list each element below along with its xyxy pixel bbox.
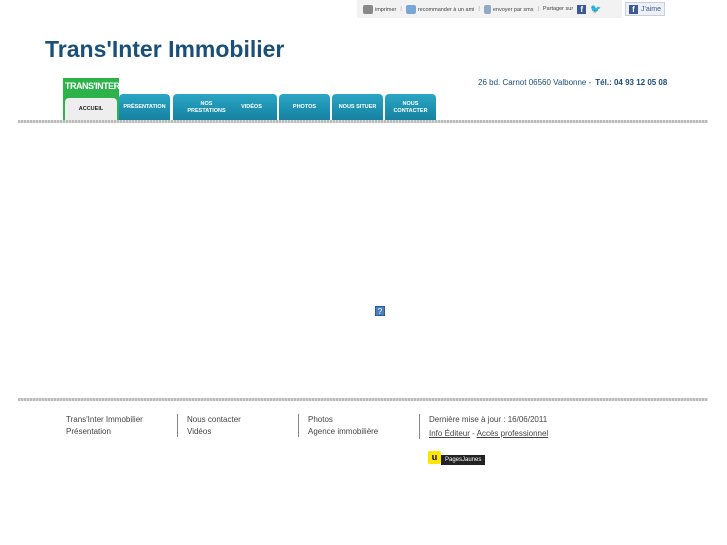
footer-link-contact[interactable]: Nous contacter (187, 414, 241, 426)
footer-col-4: Dernière mise à jour : 16/06/2011 Info É… (419, 414, 548, 439)
divider (18, 398, 708, 401)
print-link[interactable]: imprimer (363, 4, 396, 14)
footer-link-agence[interactable]: Agence immobilière (308, 426, 378, 438)
last-updated: Dernière mise à jour : 16/06/2011 (429, 415, 548, 424)
sms-link[interactable]: envoyer par sms (483, 4, 533, 14)
tab-accueil[interactable]: ACCUEIL (65, 98, 117, 121)
tab-nous-contacter[interactable]: NOUS CONTACTER (385, 94, 436, 121)
twitter-icon[interactable]: 🐦 (590, 4, 601, 15)
divider (18, 120, 708, 123)
phone-icon (483, 4, 491, 14)
tab-presentation[interactable]: PRÉSENTATION (119, 94, 170, 121)
footer-link-videos[interactable]: Vidéos (187, 426, 241, 438)
footer-col-2: Nous contacter Vidéos (177, 414, 241, 437)
tab-nous-situer[interactable]: NOUS SITUER (332, 94, 383, 121)
footer-link-presentation[interactable]: Présentation (66, 426, 143, 438)
footer-col-3: Photos Agence immobilière (298, 414, 378, 437)
tab-photos[interactable]: PHOTOS (279, 94, 330, 121)
pagesjaunes-badge[interactable]: u PagesJaunes (428, 450, 486, 465)
acces-pro-link[interactable]: Accès professionnel (477, 429, 549, 438)
share-label: Partager sur (542, 6, 574, 12)
printer-icon (363, 4, 373, 14)
footer-link-home[interactable]: Trans'Inter Immobilier (66, 414, 143, 426)
recommend-link[interactable]: recommander à un ami (405, 4, 474, 14)
friend-icon (405, 4, 416, 14)
facebook-icon: f (629, 4, 638, 14)
toolbar: imprimer | recommander à un ami | envoye… (357, 0, 622, 18)
info-editeur-link[interactable]: Info Éditeur (429, 429, 470, 438)
address: 26 bd. Carnot 06560 Valbonne - Tél.: 04 9… (478, 78, 668, 87)
missing-plugin-icon[interactable]: ? (375, 306, 385, 316)
footer-col-1: Trans'Inter Immobilier Présentation (66, 414, 143, 437)
phone: Tél.: 04 93 12 05 08 (595, 78, 668, 87)
footer-link-photos[interactable]: Photos (308, 414, 378, 426)
tab-videos[interactable]: VIDÉOS (226, 94, 277, 121)
like-button[interactable]: f J'aime (625, 2, 665, 16)
facebook-icon[interactable]: f (577, 4, 587, 14)
smiley-icon: u (428, 451, 441, 464)
site-title: Trans'Inter Immobilier (45, 36, 285, 62)
